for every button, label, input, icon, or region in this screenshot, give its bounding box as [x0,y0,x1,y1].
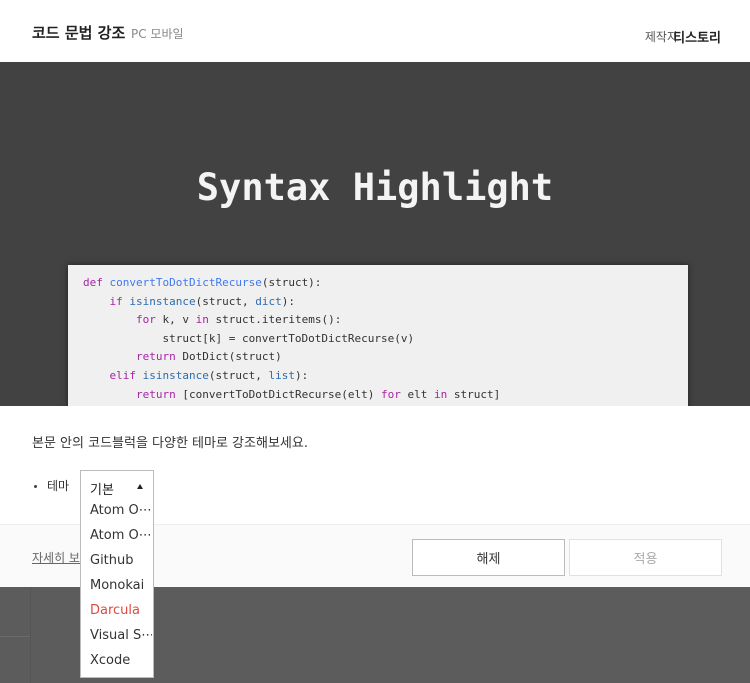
code-line: elif isinstance(struct, list): [109,368,309,382]
code-line: return DotDict(struct) [135,350,282,364]
apply-button[interactable]: 적용 [569,539,722,576]
reset-button[interactable]: 해제 [412,539,565,576]
theme-option[interactable]: Monokai [90,578,152,593]
header: 코드 문법 강조 PC 모바일 제작자 티스토리 [0,0,750,62]
theme-option[interactable]: Darcula [90,603,152,618]
maker-name: 티스토리 [673,31,721,46]
preview-title: Syntax Highlight [196,166,554,209]
page-title: 코드 문법 강조 [32,24,126,42]
code-line: def convertToDotDictRecurse(struct): [83,276,322,289]
code-line: for k, v in struct.iteritems(): [135,313,342,327]
background-divider [0,636,30,637]
theme-select-value: 기본 [90,483,114,498]
theme-dropdown: Atom O⋯ Atom O⋯ Github Monokai Darcula V… [80,501,154,678]
panel-description: 본문 안의 코드블럭을 다양한 테마로 강조해보세요. [32,436,308,451]
platform-label: PC 모바일 [131,27,184,41]
theme-row: 테마 [34,477,69,494]
code-line: struct[k] = convertToDotDictRecurse(v) [83,331,415,345]
theme-label: 테마 [47,479,70,493]
theme-option[interactable]: Github [90,553,152,568]
theme-option[interactable]: Xcode [90,653,152,668]
theme-select[interactable]: 기본 [80,470,154,501]
theme-option[interactable]: Atom O⋯ [90,503,152,518]
bullet-icon [34,485,37,488]
code-line: return [convertToDotDictRecurse(elt) for… [135,387,501,401]
theme-option[interactable]: Visual S⋯ [90,628,152,643]
code-line: if isinstance(struct, dict): [109,294,295,308]
preview-banner: Syntax Highlight def convertToDotDictRec… [0,62,750,406]
code-preview: def convertToDotDictRecurse(struct): if … [68,265,688,406]
background-divider [30,587,31,683]
theme-option[interactable]: Atom O⋯ [90,528,152,543]
caret-up-icon [137,484,143,489]
